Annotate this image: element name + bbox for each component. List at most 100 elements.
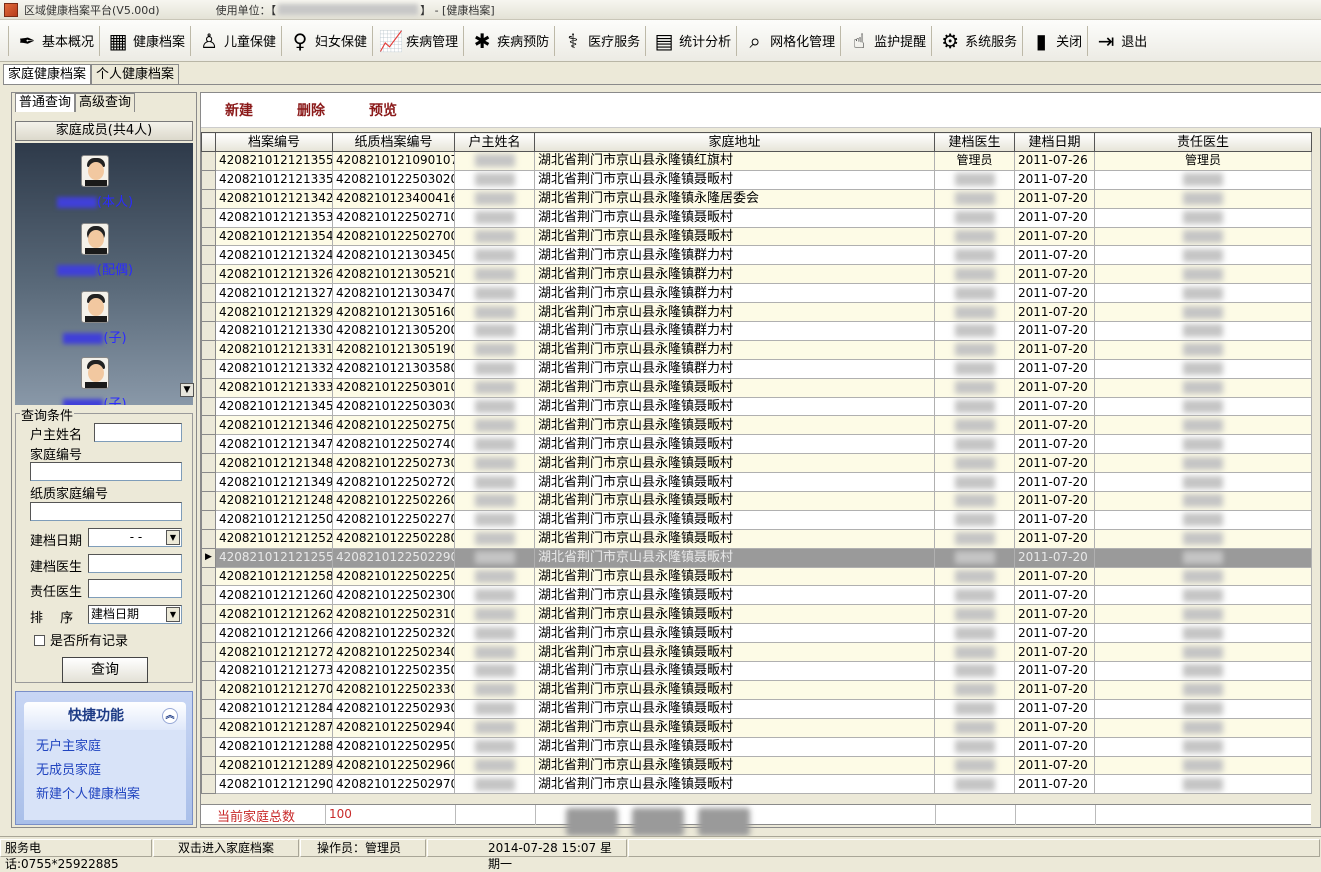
link-no-member-family[interactable]: 无成员家庭 xyxy=(36,759,186,778)
table-row[interactable]: 420821012121333 4208210122503010 湖北省荆门市京山县… xyxy=(201,377,1312,398)
create-date-picker[interactable]: - - ▼ xyxy=(88,528,182,547)
table-row[interactable]: 420821012121270 4208210122502330 湖北省荆门市京山县… xyxy=(201,679,1312,700)
collapse-chevron-icon[interactable]: ︽ xyxy=(162,708,178,724)
table-row[interactable]: 420821012121327 4208210121303470 湖北省荆门市京山县… xyxy=(201,283,1312,304)
toolbar-button-bug[interactable]: ✱ 疾病预防 xyxy=(466,23,552,59)
quick-functions-header[interactable]: 快捷功能 ︽ xyxy=(24,702,186,730)
family-no-input[interactable] xyxy=(30,462,182,481)
toolbar-button-child[interactable]: ♙ 儿童保健 xyxy=(193,23,279,59)
table-row[interactable]: 420821012121287 4208210122502940 湖北省荆门市京山县… xyxy=(201,717,1312,738)
table-row[interactable]: 420821012121260 4208210122502300 湖北省荆门市京山县… xyxy=(201,585,1312,606)
responsible-doctor-input[interactable] xyxy=(88,579,182,598)
table-row[interactable]: 420821012121353 4208210122502710 湖北省荆门市京山县… xyxy=(201,207,1312,228)
table-row[interactable]: 420821012121347 4208210122502740 湖北省荆门市京山县… xyxy=(201,434,1312,455)
column-header-address[interactable]: 家庭地址 xyxy=(534,132,935,152)
table-row[interactable]: 420821012121252 4208210122502280 湖北省荆门市京山县… xyxy=(201,528,1312,549)
table-row[interactable]: 420821012121330 4208210121305200 湖北省荆门市京山县… xyxy=(201,321,1312,341)
toolbar-button-gear[interactable]: ⚙ 系统服务 xyxy=(934,23,1020,59)
table-row[interactable]: 420821012121346 4208210122502750 湖北省荆门市京山县… xyxy=(201,415,1312,436)
all-records-checkbox[interactable] xyxy=(34,635,45,646)
cell-record-no: 420821012121262 xyxy=(215,604,333,625)
creator-doctor-input[interactable] xyxy=(88,554,182,573)
table-row[interactable]: 420821012121354 4208210122502700 湖北省荆门市京山县… xyxy=(201,226,1312,247)
table-row[interactable]: 420821012121345 4208210122503030 湖北省荆门市京山县… xyxy=(201,396,1312,417)
toolbar-button-bell[interactable]: ☝ 监护提醒 xyxy=(843,23,929,59)
tab-advanced-query[interactable]: 高级查询 xyxy=(75,93,136,112)
tab-personal-health-record[interactable]: 个人健康档案 xyxy=(91,64,180,84)
toolbar-button-bar-chart[interactable]: ▤ 统计分析 xyxy=(648,23,734,59)
column-header-create-date[interactable]: 建档日期 xyxy=(1014,132,1095,152)
table-row[interactable]: 420821012121329 4208210121305160 湖北省荆门市京山县… xyxy=(201,302,1312,323)
row-indicator xyxy=(201,585,216,606)
cell-address: 湖北省荆门市京山县永隆镇群力村 xyxy=(534,321,935,341)
toolbar-button-stethoscope[interactable]: ⚕ 医疗服务 xyxy=(557,23,643,59)
query-button[interactable]: 查询 xyxy=(62,657,148,683)
cell-responsible-doctor xyxy=(1094,434,1312,455)
table-row[interactable]: 420821012121266 4208210122502320 湖北省荆门市京山县… xyxy=(201,623,1312,644)
link-no-owner-family[interactable]: 无户主家庭 xyxy=(36,735,186,754)
redacted-button[interactable] xyxy=(566,808,618,836)
toolbar-button-exit-door[interactable]: ⇥ 退出 xyxy=(1090,23,1150,59)
table-row[interactable]: 420821012121349 4208210122502720 湖北省荆门市京山县… xyxy=(201,472,1312,493)
cell-owner-name xyxy=(454,396,535,417)
members-scroll-down-button[interactable]: ▼ xyxy=(180,383,194,397)
column-header-creator-doctor[interactable]: 建档医生 xyxy=(934,132,1015,152)
preview-button[interactable]: 预览 xyxy=(369,100,397,120)
table-row[interactable]: 420821012121355 4208210121090107 湖北省荆门市京山县… xyxy=(201,151,1312,171)
family-member[interactable]: (子) xyxy=(15,291,175,346)
table-row[interactable]: 420821012121326 4208210121305210 湖北省荆门市京山县… xyxy=(201,264,1312,285)
cell-address: 湖北省荆门市京山县永隆镇聂畈村 xyxy=(534,642,935,663)
paper-family-no-input[interactable] xyxy=(30,502,182,521)
table-row[interactable]: 420821012121258 4208210122502250 湖北省荆门市京山县… xyxy=(201,566,1312,587)
table-row[interactable]: 420821012121250 4208210122502270 湖北省荆门市京山县… xyxy=(201,509,1312,530)
toolbar-button-chart[interactable]: 📈 疾病管理 xyxy=(375,23,461,59)
cell-paper-record-no: 4208210122502300 xyxy=(332,585,455,606)
toolbar-button-pen[interactable]: ✒ 基本概况 xyxy=(11,23,97,59)
action-bar: 新建 删除 预览 xyxy=(201,93,1321,128)
table-row[interactable]: 420821012121335 4208210122503020 湖北省荆门市京山县… xyxy=(201,169,1312,190)
family-member[interactable]: (本人) xyxy=(15,155,175,210)
table-row[interactable]: 420821012121273 4208210122502350 湖北省荆门市京山县… xyxy=(201,661,1312,681)
owner-name-redacted xyxy=(474,381,515,395)
owner-name-input[interactable] xyxy=(94,423,182,442)
table-row[interactable]: 420821012121272 4208210122502340 湖北省荆门市京山县… xyxy=(201,642,1312,663)
column-header-responsible-doctor[interactable]: 责任医生 xyxy=(1094,132,1312,152)
table-row[interactable]: 420821012121332 4208210121303580 湖北省荆门市京山县… xyxy=(201,358,1312,379)
table-row[interactable]: 420821012121348 4208210122502730 湖北省荆门市京山县… xyxy=(201,453,1312,474)
table-row[interactable]: 420821012121288 4208210122502950 湖北省荆门市京山县… xyxy=(201,736,1312,757)
delete-button[interactable]: 删除 xyxy=(297,100,325,120)
redacted-button[interactable] xyxy=(632,808,684,836)
column-header-owner-name[interactable]: 户主姓名 xyxy=(454,132,535,152)
table-row[interactable]: 420821012121262 4208210122502310 湖北省荆门市京山县… xyxy=(201,604,1312,625)
chevron-down-icon[interactable]: ▼ xyxy=(166,607,180,622)
toolbar-button-cabinet[interactable]: ▦ 健康档案 xyxy=(102,23,188,59)
new-button[interactable]: 新建 xyxy=(225,100,253,120)
redacted-button[interactable] xyxy=(698,808,750,836)
creator-doctor-redacted xyxy=(954,664,995,678)
table-row[interactable]: 420821012121284 4208210122502930 湖北省荆门市京山县… xyxy=(201,698,1312,719)
table-row[interactable]: 420821012121290 4208210122502970 湖北省荆门市京山县… xyxy=(201,774,1312,795)
tab-family-health-record[interactable]: 家庭健康档案 xyxy=(3,64,92,84)
chevron-down-icon[interactable]: ▼ xyxy=(166,530,180,545)
link-new-personal-record[interactable]: 新建个人健康档案 xyxy=(36,783,186,802)
all-records-option[interactable]: 是否所有记录 xyxy=(34,630,128,649)
table-row[interactable]: ▶ 420821012121255 4208210122502290 湖北省荆门市京山… xyxy=(201,547,1312,568)
sort-select[interactable]: 建档日期 ▼ xyxy=(88,605,182,624)
table-row[interactable]: 420821012121248 4208210122502260 湖北省荆门市京山县… xyxy=(201,491,1312,511)
table-row[interactable]: 420821012121289 4208210122502960 湖北省荆门市京山县… xyxy=(201,755,1312,776)
tab-normal-query[interactable]: 普通查询 xyxy=(15,93,76,112)
toolbar-button-magnifier[interactable]: ⌕ 网格化管理 xyxy=(739,23,838,59)
cell-responsible-doctor xyxy=(1094,264,1312,285)
family-member[interactable]: (配偶) xyxy=(15,223,175,278)
column-header-record-no[interactable]: 档案编号 xyxy=(215,132,333,152)
column-header-paper-record-no[interactable]: 纸质档案编号 xyxy=(332,132,455,152)
table-row[interactable]: 420821012121342 4208210123400416 湖北省荆门市京山县… xyxy=(201,188,1312,209)
responsible-doctor-redacted xyxy=(1183,267,1223,281)
table-row[interactable]: 420821012121324 4208210121303450 湖北省荆门市京山县… xyxy=(201,245,1312,266)
toolbar-button-woman[interactable]: ♀ 妇女保健 xyxy=(284,23,370,59)
toolbar-button-close-book[interactable]: ▮ 关闭 xyxy=(1025,23,1085,59)
table-header-row: 档案编号 纸质档案编号 户主姓名 家庭地址 建档医生 建档日期 责任医生 xyxy=(201,132,1312,152)
family-member[interactable]: (子) xyxy=(15,357,175,405)
cell-record-no: 420821012121290 xyxy=(215,774,333,795)
table-row[interactable]: 420821012121331 4208210121305190 湖北省荆门市京山县… xyxy=(201,339,1312,360)
